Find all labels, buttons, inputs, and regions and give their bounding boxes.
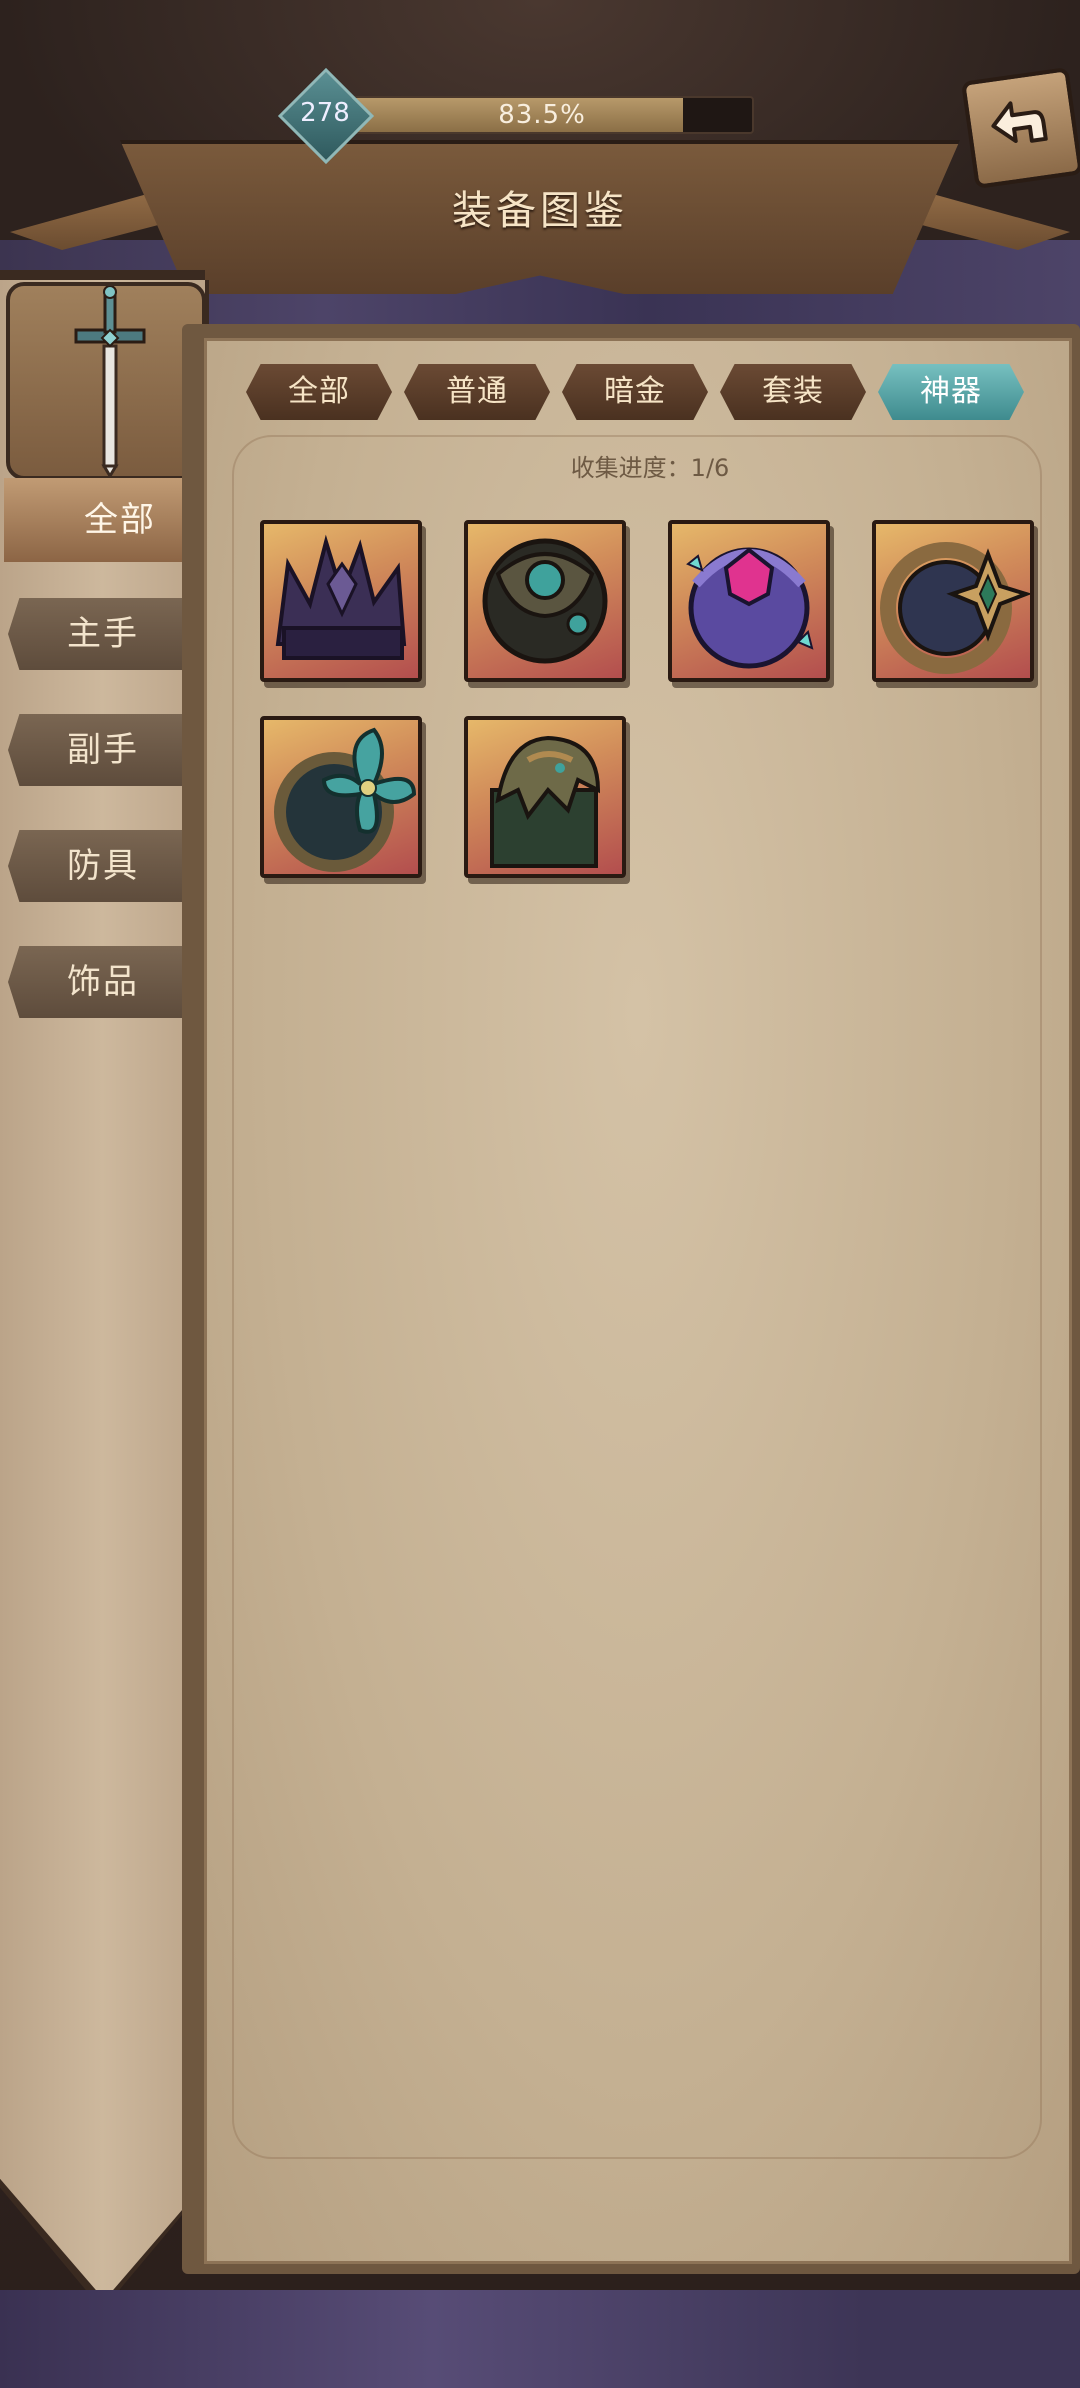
sidebar-tab-armor[interactable]: 防具 bbox=[8, 830, 198, 902]
crimson-gem-orb-icon bbox=[686, 547, 814, 669]
teal-flower-ring-icon bbox=[274, 727, 417, 872]
dragon-idol-icon bbox=[490, 735, 601, 868]
tab-normal[interactable]: 普通 bbox=[404, 364, 550, 420]
artifact-item[interactable] bbox=[260, 520, 422, 682]
tab-set[interactable]: 套装 bbox=[720, 364, 866, 420]
sidebar-tab-off-hand[interactable]: 副手 bbox=[8, 714, 198, 786]
artifact-item[interactable] bbox=[464, 520, 626, 682]
sidebar bbox=[0, 280, 209, 2300]
bottom-ornament-band bbox=[0, 2290, 1080, 2388]
artifact-item[interactable] bbox=[260, 716, 422, 878]
codex-screen: 装备图鉴 83.5% 278 全部 主手 副手 防具 饰品 全部 普通 暗金 套… bbox=[0, 0, 1080, 2388]
star-gem-ring-icon bbox=[880, 542, 1030, 674]
sidebar-emblem bbox=[6, 282, 206, 480]
dark-crown-icon bbox=[275, 534, 407, 660]
teal-orb-ring-icon bbox=[482, 538, 608, 664]
artifact-item[interactable] bbox=[872, 520, 1034, 682]
artifact-item[interactable] bbox=[464, 716, 626, 878]
back-button[interactable] bbox=[961, 67, 1080, 189]
tab-all[interactable]: 全部 bbox=[246, 364, 392, 420]
collection-progress-bar: 83.5% bbox=[330, 96, 754, 134]
sidebar-tab-accessory[interactable]: 饰品 bbox=[8, 946, 198, 1018]
tab-dark-gold[interactable]: 暗金 bbox=[562, 364, 708, 420]
level-value: 278 bbox=[300, 98, 350, 128]
page-title: 装备图鉴 bbox=[452, 188, 628, 234]
tab-artifact[interactable]: 神器 bbox=[878, 364, 1024, 420]
collection-progress-text: 83.5% bbox=[498, 100, 586, 130]
artifact-item[interactable] bbox=[668, 520, 830, 682]
collection-progress-label: 收集进度：1/6 bbox=[570, 454, 730, 482]
panel-decoration bbox=[232, 435, 1042, 2159]
back-arrow-icon bbox=[991, 101, 1048, 143]
sword-icon bbox=[74, 286, 146, 476]
sidebar-tab-main-hand[interactable]: 主手 bbox=[8, 598, 198, 670]
